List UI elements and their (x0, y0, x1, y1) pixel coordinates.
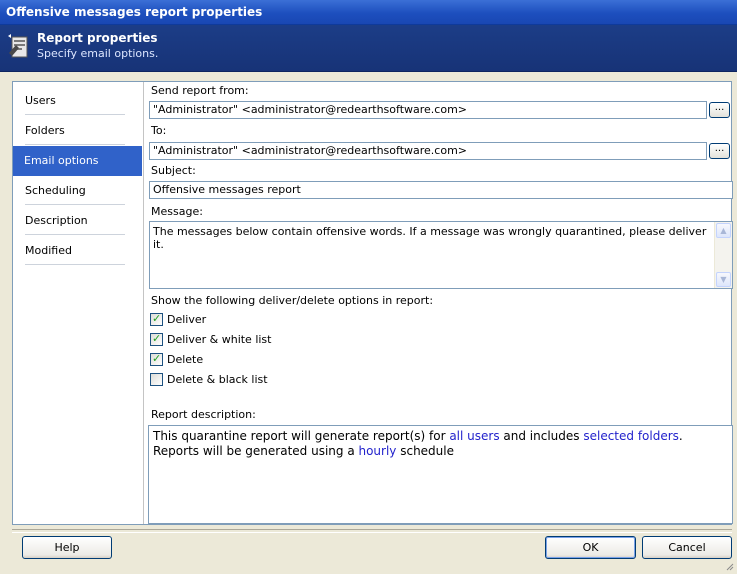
from-browse-button[interactable]: ... (709, 102, 730, 118)
scroll-up-icon[interactable]: ▲ (716, 223, 731, 238)
subject-field[interactable]: Offensive messages report (149, 181, 733, 199)
sidebar-item-label: Modified (25, 244, 72, 257)
checkbox-box[interactable]: ✓ (150, 312, 163, 326)
checkbox-box[interactable]: ✓ (150, 352, 163, 366)
checkbox-label: Delete (167, 353, 204, 366)
sidebar-item-description[interactable]: Description (25, 206, 125, 235)
header-subtitle: Specify email options. (37, 47, 159, 60)
sidebar-item-label: Folders (25, 124, 65, 137)
help-button[interactable]: Help (22, 536, 112, 559)
sidebar-item-users[interactable]: Users (25, 86, 125, 115)
to-label: To: (151, 124, 167, 137)
checkbox-label: Delete & black list (167, 373, 268, 386)
to-browse-button[interactable]: ... (709, 143, 730, 159)
checkbox-label: Deliver (167, 313, 207, 326)
description-text: Reports will be generated using a (153, 444, 359, 458)
sidebar-item-scheduling[interactable]: Scheduling (25, 176, 125, 205)
message-field[interactable]: The messages below contain offensive wor… (149, 221, 733, 289)
description-text: . (678, 429, 683, 443)
checkmark-icon: ✓ (152, 332, 162, 345)
checkmark-icon: ✓ (152, 312, 162, 325)
sidebar-item-email-options[interactable]: Email options (13, 146, 142, 176)
window-title: Offensive messages report properties (0, 0, 737, 25)
report-icon (8, 34, 28, 58)
dialog-header: Report properties Specify email options. (0, 25, 737, 72)
sidebar-item-folders[interactable]: Folders (25, 116, 125, 145)
checkbox-label: Deliver & white list (167, 333, 272, 346)
from-field[interactable]: "Administrator" <administrator@redearths… (149, 101, 707, 119)
checkbox-box[interactable]: ✓ (150, 332, 163, 346)
options-label: Show the following deliver/delete option… (151, 294, 434, 307)
message-label: Message: (151, 205, 203, 218)
sidebar-item-label: Description (25, 214, 88, 227)
header-title: Report properties (37, 31, 158, 45)
hourly-link[interactable]: hourly (358, 444, 396, 458)
scroll-down-icon[interactable]: ▼ (716, 272, 731, 287)
sidebar-item-label: Users (25, 94, 56, 107)
cancel-button[interactable]: Cancel (642, 536, 732, 559)
description-text: schedule (396, 444, 454, 458)
sidebar-item-label: Email options (24, 154, 99, 167)
checkbox-box[interactable] (150, 373, 163, 386)
sidebar-item-label: Scheduling (25, 184, 86, 197)
footer-divider (12, 529, 732, 533)
description-text: and includes (499, 429, 584, 443)
resize-grip-icon[interactable] (726, 563, 734, 571)
message-scrollbar[interactable]: ▲ ▼ (714, 222, 732, 288)
description-label: Report description: (151, 408, 256, 421)
from-label: Send report from: (151, 84, 249, 97)
description-text: This quarantine report will generate rep… (153, 429, 450, 443)
ok-button[interactable]: OK (545, 536, 636, 559)
to-field[interactable]: "Administrator" <administrator@redearths… (149, 142, 707, 160)
message-text: The messages below contain offensive wor… (153, 225, 707, 251)
checkmark-icon: ✓ (152, 352, 162, 365)
selected-folders-link[interactable]: selected folders (583, 429, 679, 443)
report-description: This quarantine report will generate rep… (148, 425, 733, 524)
all-users-link[interactable]: all users (449, 429, 499, 443)
subject-label: Subject: (151, 164, 196, 177)
sidebar-item-modified[interactable]: Modified (25, 236, 125, 265)
